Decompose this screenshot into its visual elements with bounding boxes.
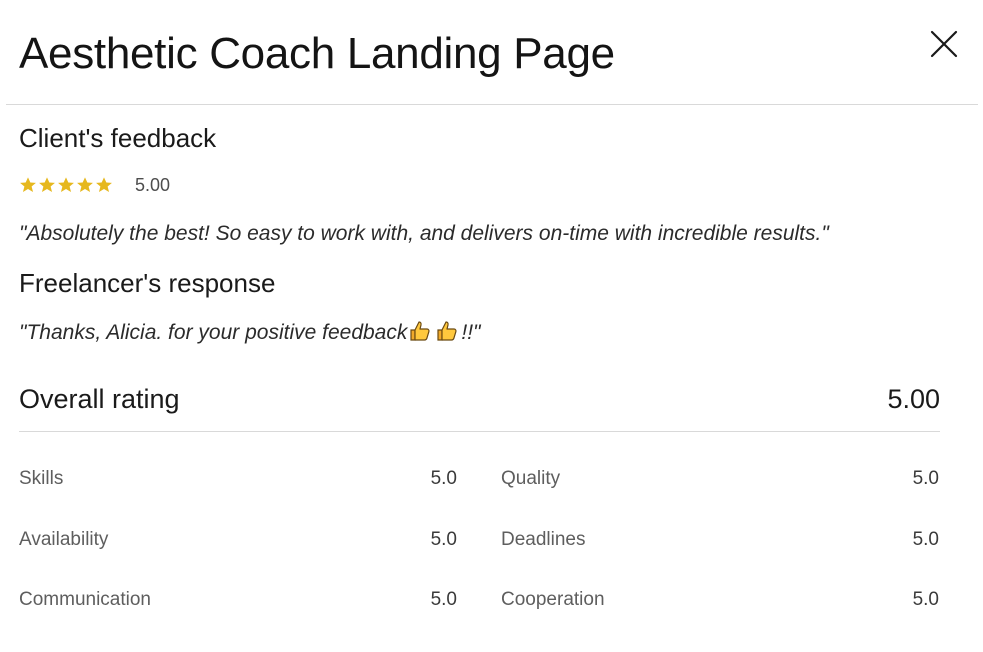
- star-icon: [96, 177, 112, 193]
- metric-label: Quality: [501, 468, 561, 489]
- metric-communication: Communication 5.0: [19, 586, 457, 614]
- star-icon: [58, 177, 74, 193]
- metric-value: 5.0: [912, 589, 939, 610]
- thumbs-up-icon: [410, 321, 430, 341]
- metric-deadlines: Deadlines 5.0: [501, 526, 939, 554]
- star-icon: [20, 177, 36, 193]
- metric-value: 5.0: [430, 529, 457, 550]
- stars: [19, 176, 113, 194]
- star-rating: 5.00: [19, 172, 170, 198]
- close-button[interactable]: [926, 26, 962, 62]
- client-feedback-heading: Client's feedback: [19, 123, 217, 153]
- close-icon: [930, 30, 958, 58]
- metric-label: Communication: [19, 589, 151, 610]
- metric-availability: Availability 5.0: [19, 526, 457, 554]
- metric-skills: Skills 5.0: [19, 465, 457, 493]
- overall-rating-value: 5.00: [887, 384, 940, 414]
- freelancer-response-heading: Freelancer's response: [19, 268, 276, 298]
- star-icon: [39, 177, 55, 193]
- overall-divider: [19, 431, 940, 432]
- metric-value: 5.0: [912, 529, 939, 550]
- overall-rating-row: Overall rating 5.00: [19, 381, 940, 417]
- freelancer-quote: "Thanks, Alicia. for your positive feedb…: [19, 319, 480, 347]
- metric-quality: Quality 5.0: [501, 465, 939, 493]
- metric-value: 5.0: [430, 589, 457, 610]
- star-icon: [77, 177, 93, 193]
- client-quote: "Absolutely the best! So easy to work wi…: [19, 222, 829, 245]
- header-divider: [6, 104, 978, 105]
- freelancer-quote-end: !!": [461, 321, 481, 344]
- page-title: Aesthetic Coach Landing Page: [19, 29, 615, 78]
- metric-label: Deadlines: [501, 529, 586, 550]
- feedback-score: 5.00: [135, 174, 171, 195]
- metric-cooperation: Cooperation 5.0: [501, 586, 939, 614]
- overall-rating-label: Overall rating: [19, 384, 180, 414]
- metric-label: Skills: [19, 468, 64, 489]
- freelancer-quote-text: "Thanks, Alicia. for your positive feedb…: [19, 321, 408, 344]
- metric-value: 5.0: [430, 468, 457, 489]
- thumbs-up-icon: [437, 321, 457, 341]
- metric-label: Cooperation: [501, 589, 605, 610]
- modal-header: Aesthetic Coach Landing Page: [0, 0, 983, 104]
- metric-label: Availability: [19, 529, 109, 550]
- metric-value: 5.0: [912, 468, 939, 489]
